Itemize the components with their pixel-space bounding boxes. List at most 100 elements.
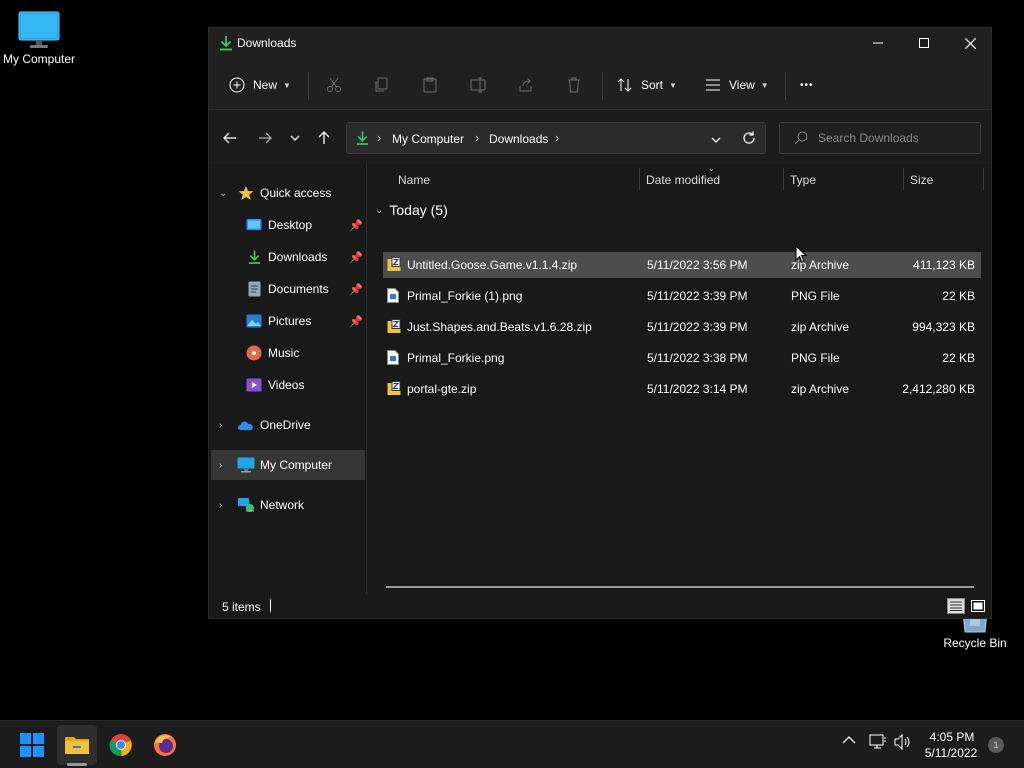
search-box[interactable] bbox=[779, 122, 981, 154]
sidebar-item-label: Downloads bbox=[268, 250, 328, 264]
sidebar-item-network[interactable]: › Network bbox=[211, 490, 365, 520]
desktop-icon-my-computer[interactable]: My Computer bbox=[0, 10, 78, 66]
sidebar-item-quick-access[interactable]: ⌄ Quick access bbox=[211, 178, 365, 208]
file-date: 5/11/2022 3:14 PM bbox=[647, 382, 748, 396]
up-button[interactable] bbox=[312, 126, 336, 150]
horizontal-scrollbar[interactable] bbox=[386, 586, 974, 588]
folder-icon bbox=[65, 737, 89, 754]
show-hidden-icons-button[interactable] bbox=[842, 734, 856, 748]
breadcrumb-separator: › bbox=[377, 130, 382, 145]
sidebar-item-music[interactable]: Music bbox=[211, 338, 365, 368]
sidebar-item-onedrive[interactable]: › OneDrive bbox=[211, 410, 365, 440]
pin-icon: 📌 bbox=[349, 219, 363, 232]
clock-time[interactable]: 4:05 PM bbox=[922, 730, 982, 744]
document-icon bbox=[245, 280, 263, 298]
column-header-date-modified[interactable]: Date modified bbox=[646, 173, 720, 187]
status-bar: 5 items bbox=[209, 594, 991, 618]
delete-button[interactable] bbox=[566, 72, 582, 98]
file-name: portal-gte.zip bbox=[407, 382, 477, 396]
sidebar-item-videos[interactable]: Videos bbox=[211, 370, 365, 400]
file-row[interactable]: Primal_Forkie.png 5/11/2022 3:38 PM PNG Fi… bbox=[383, 345, 981, 371]
volume-icon[interactable] bbox=[894, 733, 912, 753]
taskbar-file-explorer[interactable] bbox=[57, 725, 97, 765]
search-input[interactable] bbox=[818, 131, 973, 145]
address-bar[interactable]: › My Computer › Downloads › bbox=[346, 122, 766, 154]
status-divider bbox=[270, 599, 271, 612]
refresh-button[interactable] bbox=[742, 131, 756, 148]
taskbar-firefox[interactable] bbox=[145, 725, 185, 765]
sidebar-item-pictures[interactable]: Pictures 📌 bbox=[211, 306, 365, 336]
sidebar-item-desktop[interactable]: Desktop 📌 bbox=[211, 210, 365, 240]
cut-button[interactable] bbox=[326, 72, 342, 98]
file-name: Primal_Forkie.png bbox=[407, 351, 505, 365]
tiles-view-button[interactable] bbox=[969, 598, 987, 614]
pin-icon: 📌 bbox=[349, 283, 363, 296]
copy-button[interactable] bbox=[374, 72, 390, 98]
breadcrumb-downloads[interactable]: Downloads bbox=[489, 132, 548, 146]
file-row[interactable]: portal-gte.zip 5/11/2022 3:14 PM zip Archi… bbox=[383, 376, 981, 402]
sidebar-item-label: OneDrive bbox=[260, 418, 311, 432]
notification-badge[interactable]: 1 bbox=[988, 737, 1004, 753]
column-divider[interactable] bbox=[783, 168, 784, 190]
sidebar-item-documents[interactable]: Documents 📌 bbox=[211, 274, 365, 304]
group-header-today[interactable]: ⌄ Today (5) bbox=[375, 202, 448, 218]
png-icon bbox=[387, 288, 401, 303]
command-bar: New ▼ Sort ▼ View ▼ ••• bbox=[209, 58, 991, 110]
more-options-button[interactable]: ••• bbox=[800, 72, 814, 98]
column-divider[interactable] bbox=[903, 168, 904, 190]
forward-button[interactable] bbox=[253, 126, 277, 150]
close-icon bbox=[964, 37, 976, 49]
breadcrumb-my-computer[interactable]: My Computer bbox=[392, 132, 464, 146]
desktop-icon-label: Recycle Bin bbox=[943, 636, 1007, 650]
file-name: Just.Shapes.and.Beats.v1.6.28.zip bbox=[407, 320, 592, 334]
download-icon bbox=[219, 35, 233, 54]
recent-locations-button[interactable] bbox=[283, 126, 307, 150]
start-button[interactable] bbox=[12, 725, 52, 765]
arrow-up-icon bbox=[318, 131, 330, 144]
file-type: PNG File bbox=[791, 289, 840, 303]
desktop-icon-label: My Computer bbox=[2, 52, 76, 66]
close-button[interactable] bbox=[947, 28, 993, 58]
chevron-right-icon: › bbox=[219, 419, 223, 431]
maximize-button[interactable] bbox=[901, 28, 947, 58]
sort-button[interactable]: Sort ▼ bbox=[617, 72, 677, 98]
column-divider[interactable] bbox=[639, 168, 640, 190]
clock-date[interactable]: 5/11/2022 bbox=[918, 746, 984, 760]
pin-icon: 📌 bbox=[349, 315, 363, 328]
toolbar-divider bbox=[308, 72, 309, 100]
sidebar-item-my-computer[interactable]: › My Computer bbox=[211, 450, 365, 480]
title-bar[interactable]: Downloads bbox=[209, 28, 991, 58]
column-divider[interactable] bbox=[983, 168, 984, 190]
share-icon bbox=[519, 78, 532, 92]
new-button[interactable]: New ▼ bbox=[229, 72, 291, 98]
network-status-icon[interactable] bbox=[869, 734, 887, 753]
view-list-icon bbox=[706, 79, 720, 91]
file-row[interactable]: Primal_Forkie (1).png 5/11/2022 3:39 PM PN… bbox=[383, 283, 981, 309]
zip-icon bbox=[387, 381, 401, 396]
file-type: zip Archive bbox=[791, 320, 850, 334]
file-row[interactable]: Untitled.Goose.Game.v1.1.4.zip 5/11/2022 … bbox=[383, 252, 981, 278]
sidebar-item-label: Pictures bbox=[268, 314, 312, 328]
column-header-name[interactable]: Name bbox=[398, 173, 430, 187]
file-date: 5/11/2022 3:38 PM bbox=[647, 351, 748, 365]
paste-button[interactable] bbox=[422, 72, 438, 98]
chevron-down-icon: ⌄ bbox=[219, 187, 228, 199]
column-header-size[interactable]: Size bbox=[910, 173, 933, 187]
item-count: 5 items bbox=[222, 600, 261, 614]
png-icon bbox=[387, 350, 401, 365]
file-date: 5/11/2022 3:39 PM bbox=[647, 320, 748, 334]
column-header-type[interactable]: Type bbox=[790, 173, 816, 187]
rename-button[interactable] bbox=[470, 72, 486, 98]
file-list: Name ⌄ Date modified Type Size ⌄ Today (… bbox=[369, 164, 991, 594]
taskbar-chrome[interactable] bbox=[101, 725, 141, 765]
share-button[interactable] bbox=[518, 72, 534, 98]
address-dropdown-button[interactable] bbox=[711, 132, 721, 146]
view-button[interactable]: View ▼ bbox=[705, 72, 769, 98]
sidebar-item-downloads[interactable]: Downloads 📌 bbox=[211, 242, 365, 272]
back-button[interactable] bbox=[218, 126, 242, 150]
file-row[interactable]: Just.Shapes.and.Beats.v1.6.28.zip 5/11/20… bbox=[383, 314, 981, 340]
minimize-button[interactable] bbox=[855, 28, 901, 58]
active-indicator bbox=[67, 763, 87, 766]
details-view-button[interactable] bbox=[947, 598, 965, 614]
trash-icon bbox=[568, 77, 580, 93]
